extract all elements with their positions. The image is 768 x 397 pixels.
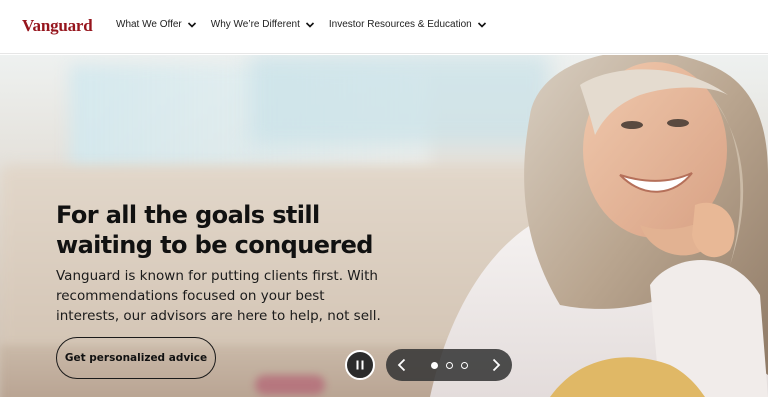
hero-banner: For all the goals still waiting to be co… bbox=[0, 55, 768, 397]
chevron-right-icon[interactable] bbox=[490, 358, 502, 372]
vanguard-logo[interactable]: Vanguard bbox=[22, 16, 93, 36]
hero-description-line: interests, our advisors are here to help… bbox=[56, 308, 381, 324]
nav-item-label: What We Offer bbox=[116, 19, 182, 30]
background-object bbox=[255, 375, 325, 395]
top-navigation: Vanguard What We Offer Why We’re Differe… bbox=[0, 0, 768, 54]
hero-description: Vanguard is known for putting clients fi… bbox=[56, 266, 386, 326]
hero-headline-line: For all the goals still bbox=[56, 201, 320, 229]
carousel-dot-1[interactable] bbox=[430, 361, 438, 369]
nav-item-why-different[interactable]: Why We’re Different bbox=[211, 19, 315, 30]
hero-headline-line: waiting to be conquered bbox=[56, 231, 373, 259]
chevron-down-icon bbox=[187, 21, 196, 28]
chevron-down-icon bbox=[477, 21, 486, 28]
main-nav: What We Offer Why We’re Different Invest… bbox=[116, 19, 501, 30]
carousel-pause-button[interactable] bbox=[345, 350, 375, 380]
hero-photo-woman bbox=[430, 55, 768, 397]
chevron-left-icon[interactable] bbox=[396, 358, 408, 372]
nav-item-label: Why We’re Different bbox=[210, 19, 300, 30]
nav-item-investor-resources[interactable]: Investor Resources & Education bbox=[329, 19, 487, 30]
hero-headline: For all the goals still waiting to be co… bbox=[56, 200, 396, 260]
hero-description-line: recommendations focused on your best bbox=[56, 288, 325, 304]
pause-icon bbox=[356, 360, 364, 370]
nav-item-what-we-offer[interactable]: What We Offer bbox=[116, 19, 197, 30]
carousel-dots bbox=[430, 361, 468, 369]
carousel-dot-2[interactable] bbox=[445, 361, 453, 369]
hero-description-line: Vanguard is known for putting clients fi… bbox=[56, 268, 378, 284]
chevron-down-icon bbox=[305, 21, 314, 28]
get-personalized-advice-button[interactable]: Get personalized advice bbox=[56, 337, 216, 379]
carousel-dot-3[interactable] bbox=[460, 361, 468, 369]
carousel-controls bbox=[386, 349, 512, 381]
nav-item-label: Investor Resources & Education bbox=[328, 19, 472, 30]
